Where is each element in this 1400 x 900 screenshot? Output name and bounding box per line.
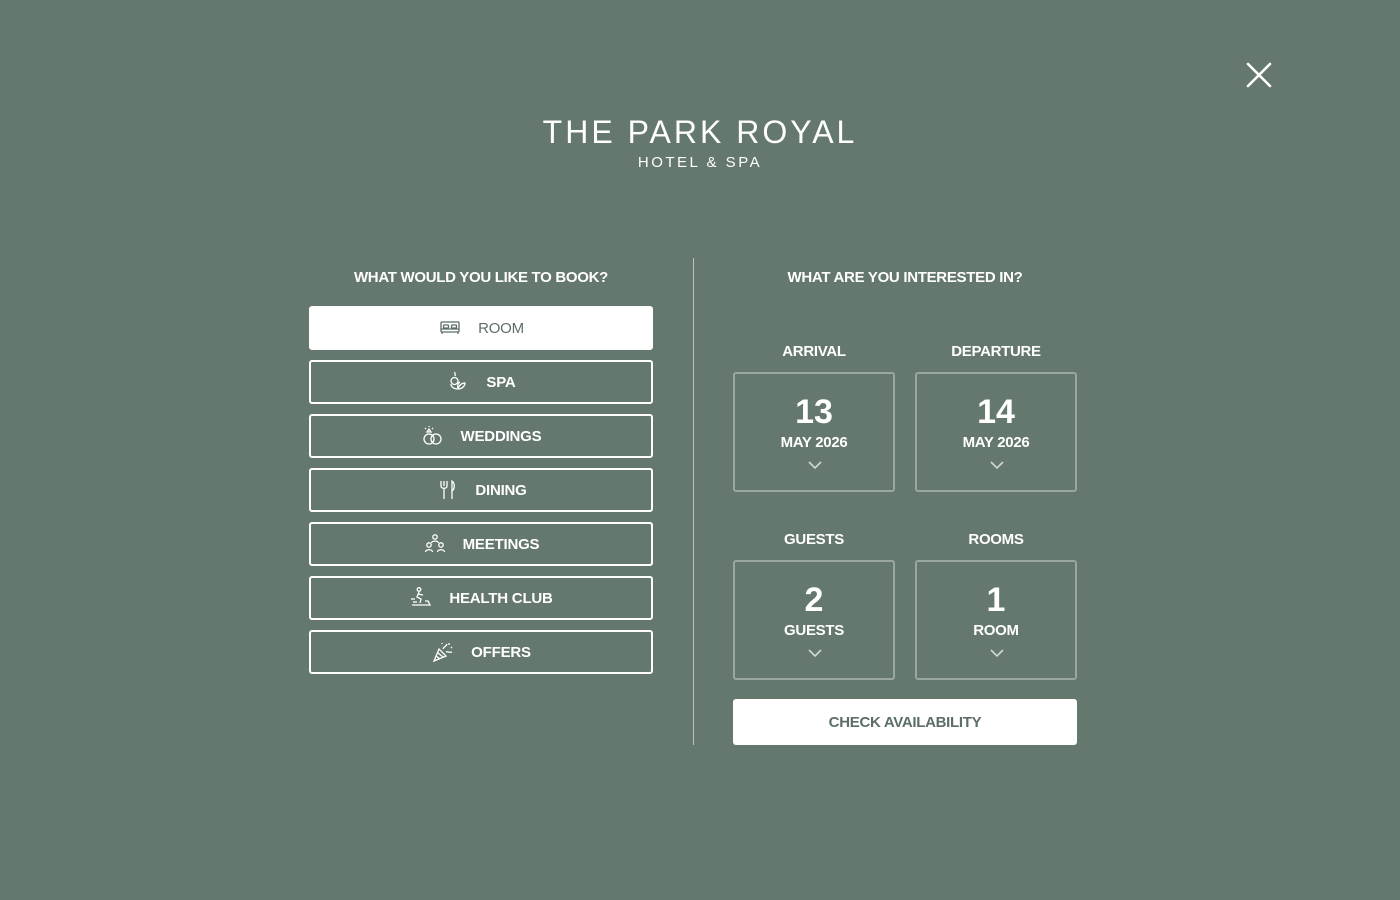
- book-room-label: ROOM: [478, 319, 524, 337]
- arrival-date-picker[interactable]: 13 MAY 2026: [733, 372, 895, 492]
- book-type-list: ROOM SPA WEDDINGS DINING MEETINGS HEALTH…: [309, 306, 653, 674]
- check-availability-button[interactable]: CHECK AVAILABILITY: [733, 699, 1077, 745]
- book-offers-label: OFFERS: [471, 643, 531, 661]
- chevron-down-icon: [808, 461, 822, 470]
- chevron-down-icon: [990, 461, 1004, 470]
- book-weddings-button[interactable]: WEDDINGS: [309, 414, 653, 458]
- booking-fields: ARRIVAL 13 MAY 2026 DEPARTURE 14 MAY 202…: [733, 290, 1077, 710]
- rooms-label: ROOMS: [968, 531, 1024, 548]
- arrival-field: ARRIVAL 13 MAY 2026: [733, 342, 895, 492]
- rooms-count: 1: [986, 581, 1006, 619]
- booking-overlay: THE PARK ROYAL HOTEL & SPA WHAT WOULD YO…: [0, 0, 1400, 900]
- cutlery-icon: [440, 479, 456, 499]
- logo-main-text: THE PARK ROYAL: [542, 114, 858, 150]
- guests-label: GUESTS: [784, 531, 844, 548]
- book-offers-button[interactable]: OFFERS: [309, 630, 653, 674]
- guests-count: 2: [804, 581, 824, 619]
- close-button[interactable]: [1244, 60, 1274, 90]
- book-dining-label: DINING: [475, 481, 527, 499]
- spa-icon: [450, 371, 467, 390]
- departure-field: DEPARTURE 14 MAY 2026: [915, 342, 1077, 492]
- book-spa-label: SPA: [486, 373, 516, 391]
- logo-sub-text: HOTEL & SPA: [637, 154, 763, 171]
- rings-icon: [422, 426, 442, 445]
- column-divider: [693, 258, 694, 745]
- arrival-month: MAY 2026: [780, 434, 848, 451]
- rooms-field: ROOMS 1 ROOM: [915, 530, 1077, 680]
- guests-selector[interactable]: 2 GUESTS: [733, 560, 895, 680]
- hotel-logo: THE PARK ROYAL HOTEL & SPA: [0, 114, 1400, 171]
- departure-month: MAY 2026: [962, 434, 1030, 451]
- book-meetings-label: MEETINGS: [462, 535, 540, 553]
- party-popper-icon: [432, 643, 453, 663]
- arrival-day: 13: [795, 393, 833, 431]
- book-type-panel: WHAT WOULD YOU LIKE TO BOOK? ROOM SPA WE…: [309, 266, 653, 684]
- book-weddings-label: WEDDINGS: [460, 427, 542, 445]
- arrival-label: ARRIVAL: [782, 343, 846, 360]
- meeting-icon: [424, 534, 445, 553]
- interest-panel: WHAT ARE YOU INTERESTED IN? ARRIVAL 13 M…: [733, 266, 1077, 710]
- book-dining-button[interactable]: DINING: [309, 468, 653, 512]
- book-room-button[interactable]: ROOM: [309, 306, 653, 350]
- book-health-club-button[interactable]: HEALTH CLUB: [309, 576, 653, 620]
- departure-date-picker[interactable]: 14 MAY 2026: [915, 372, 1077, 492]
- guests-unit: GUESTS: [784, 622, 844, 639]
- rowing-icon: [411, 587, 432, 606]
- rooms-selector[interactable]: 1 ROOM: [915, 560, 1077, 680]
- departure-label: DEPARTURE: [951, 343, 1041, 360]
- book-heading: WHAT WOULD YOU LIKE TO BOOK?: [353, 269, 609, 286]
- departure-day: 14: [977, 393, 1015, 431]
- guests-field: GUESTS 2 GUESTS: [733, 530, 895, 680]
- rooms-unit: ROOM: [973, 622, 1019, 639]
- bed-icon: [440, 321, 460, 334]
- interest-heading: WHAT ARE YOU INTERESTED IN?: [787, 269, 1023, 286]
- book-health-club-label: HEALTH CLUB: [449, 589, 553, 607]
- book-spa-button[interactable]: SPA: [309, 360, 653, 404]
- close-icon: [1246, 62, 1272, 88]
- chevron-down-icon: [808, 649, 822, 658]
- chevron-down-icon: [990, 649, 1004, 658]
- book-meetings-button[interactable]: MEETINGS: [309, 522, 653, 566]
